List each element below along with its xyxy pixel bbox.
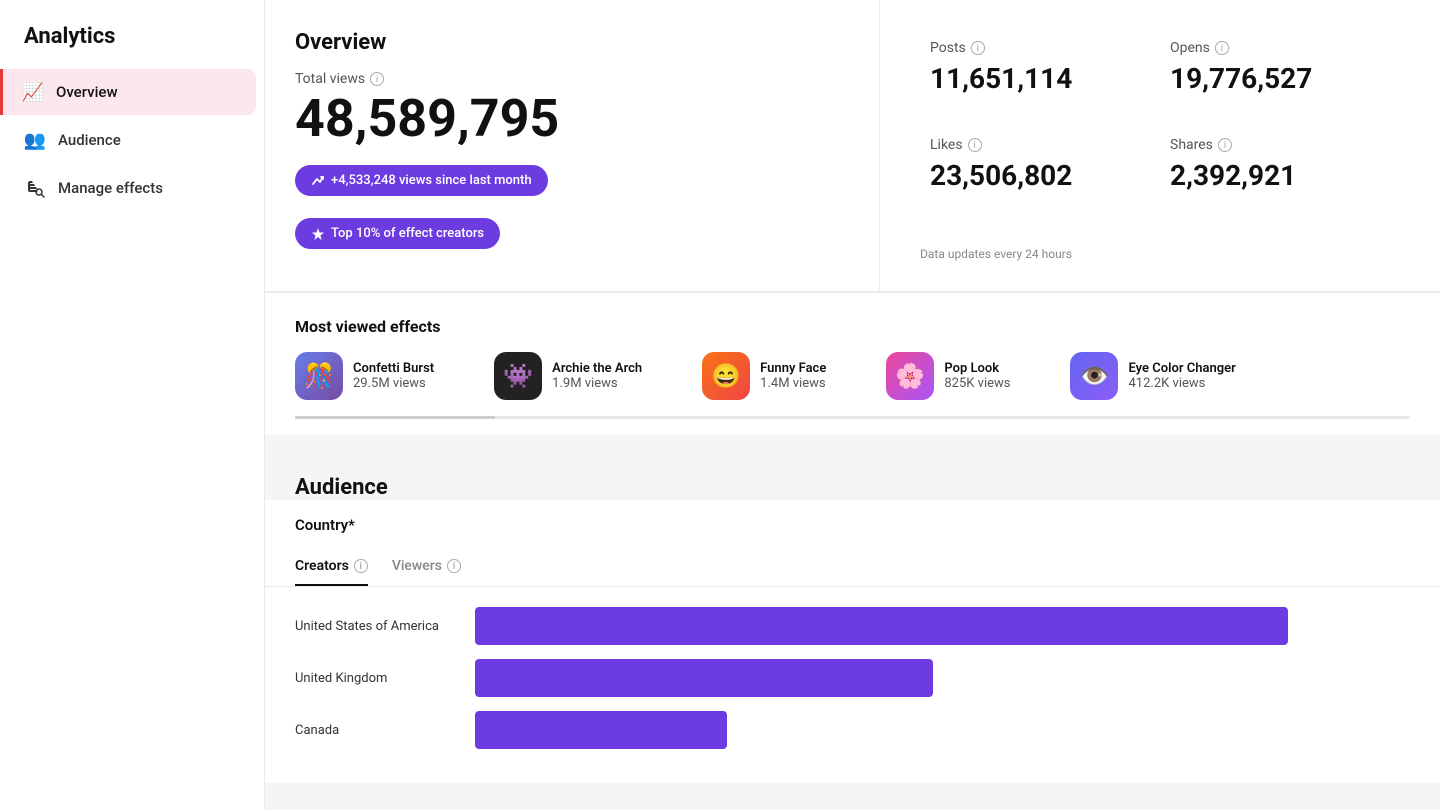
bar-fill-usa xyxy=(475,607,1288,645)
shares-value: 2,392,921 xyxy=(1170,159,1380,192)
most-viewed-title: Most viewed effects xyxy=(295,317,1410,336)
confetti-burst-icon: 🎊 xyxy=(295,352,343,400)
sidebar-title: Analytics xyxy=(0,0,264,69)
tab-viewers[interactable]: Viewers i xyxy=(392,548,461,586)
overview-section: Overview Total views i 48,589,795 +4,533… xyxy=(265,0,1440,435)
stat-posts: Posts i 11,651,114 xyxy=(920,30,1160,127)
pop-look-name: Pop Look xyxy=(944,361,1010,376)
effect-item-pop[interactable]: 🌸 Pop Look 825K views xyxy=(886,352,1010,400)
tab-creators[interactable]: Creators i xyxy=(295,548,368,586)
likes-value: 23,506,802 xyxy=(930,159,1140,192)
confetti-burst-name: Confetti Burst xyxy=(353,361,434,376)
effects-scrollbar-thumb xyxy=(295,416,495,419)
pop-look-icon: 🌸 xyxy=(886,352,934,400)
sidebar-item-manage-effects[interactable]: Manage effects xyxy=(8,165,256,211)
bar-chart: United States of America United Kingdom … xyxy=(265,587,1440,783)
overview-icon: 📈 xyxy=(22,81,44,103)
archie-arch-icon: 👾 xyxy=(494,352,542,400)
creators-info-icon[interactable]: i xyxy=(354,559,368,573)
bar-track-usa xyxy=(475,607,1410,645)
total-views-info-icon[interactable]: i xyxy=(370,72,384,86)
views-badge: +4,533,248 views since last month xyxy=(295,165,548,196)
audience-spacer: Audience xyxy=(265,435,1440,500)
bar-row-uk: United Kingdom xyxy=(295,659,1410,697)
sidebar-nav: 📈 Overview 👥 Audience Manage effects xyxy=(0,69,264,211)
shares-info-icon[interactable]: i xyxy=(1218,138,1232,152)
funny-face-icon: 😄 xyxy=(702,352,750,400)
bar-label-canada: Canada xyxy=(295,723,475,738)
effect-item-confetti[interactable]: 🎊 Confetti Burst 29.5M views xyxy=(295,352,434,400)
likes-info-icon[interactable]: i xyxy=(968,138,982,152)
overview-title: Overview xyxy=(295,30,839,55)
eye-color-changer-icon: 👁️ xyxy=(1070,352,1118,400)
effect-item-eye[interactable]: 👁️ Eye Color Changer 412.2K views xyxy=(1070,352,1235,400)
archie-arch-views: 1.9M views xyxy=(552,376,642,391)
total-views-label: Total views i xyxy=(295,71,839,87)
top-creator-badge: Top 10% of effect creators xyxy=(295,218,500,249)
sidebar-item-manage-effects-label: Manage effects xyxy=(58,179,163,197)
country-label: Country* xyxy=(265,500,1440,534)
overview-left: Overview Total views i 48,589,795 +4,533… xyxy=(265,0,880,291)
main-content: Overview Total views i 48,589,795 +4,533… xyxy=(265,0,1440,810)
eye-color-changer-views: 412.2K views xyxy=(1128,376,1235,391)
bar-label-usa: United States of America xyxy=(295,619,475,634)
archie-arch-name: Archie the Arch xyxy=(552,361,642,376)
effects-scrollbar-track[interactable] xyxy=(295,416,1410,419)
viewers-info-icon[interactable]: i xyxy=(447,559,461,573)
confetti-burst-views: 29.5M views xyxy=(353,376,434,391)
overview-stats-grid: Posts i 11,651,114 Opens i 19,776,527 Li… xyxy=(880,0,1440,291)
bar-row-canada: Canada xyxy=(295,711,1410,749)
sidebar-item-overview-label: Overview xyxy=(56,83,118,101)
data-updates-text: Data updates every 24 hours xyxy=(920,237,1400,261)
audience-header: Audience xyxy=(265,451,1440,500)
bar-fill-canada xyxy=(475,711,727,749)
bar-row-usa: United States of America xyxy=(295,607,1410,645)
bar-track-canada xyxy=(475,711,1410,749)
tabs-row: Creators i Viewers i xyxy=(265,548,1440,587)
audience-icon: 👥 xyxy=(24,129,46,151)
bar-label-uk: United Kingdom xyxy=(295,671,475,686)
posts-value: 11,651,114 xyxy=(930,62,1140,95)
opens-info-icon[interactable]: i xyxy=(1215,41,1229,55)
eye-color-changer-name: Eye Color Changer xyxy=(1128,361,1235,376)
stat-opens: Opens i 19,776,527 xyxy=(1160,30,1400,127)
pop-look-views: 825K views xyxy=(944,376,1010,391)
sidebar-item-audience-label: Audience xyxy=(58,131,121,149)
stat-shares: Shares i 2,392,921 xyxy=(1160,127,1400,224)
funny-face-views: 1.4M views xyxy=(760,376,826,391)
most-viewed-section: Most viewed effects 🎊 Confetti Burst 29.… xyxy=(265,292,1440,435)
opens-value: 19,776,527 xyxy=(1170,62,1380,95)
effects-row: 🎊 Confetti Burst 29.5M views 👾 Archie th… xyxy=(295,352,1410,400)
posts-info-icon[interactable]: i xyxy=(971,41,985,55)
effect-item-funny[interactable]: 😄 Funny Face 1.4M views xyxy=(702,352,826,400)
stat-likes: Likes i 23,506,802 xyxy=(920,127,1160,224)
sidebar: Analytics 📈 Overview 👥 Audience Manage e… xyxy=(0,0,265,810)
effect-item-archie[interactable]: 👾 Archie the Arch 1.9M views xyxy=(494,352,642,400)
sidebar-item-audience[interactable]: 👥 Audience xyxy=(8,117,256,163)
total-views-number: 48,589,795 xyxy=(295,93,839,145)
funny-face-name: Funny Face xyxy=(760,361,826,376)
bar-track-uk xyxy=(475,659,1410,697)
manage-effects-icon xyxy=(24,177,46,199)
audience-section: Country* Creators i Viewers i United Sta… xyxy=(265,500,1440,783)
overview-top: Overview Total views i 48,589,795 +4,533… xyxy=(265,0,1440,292)
bar-fill-uk xyxy=(475,659,933,697)
sidebar-item-overview[interactable]: 📈 Overview xyxy=(0,69,256,115)
